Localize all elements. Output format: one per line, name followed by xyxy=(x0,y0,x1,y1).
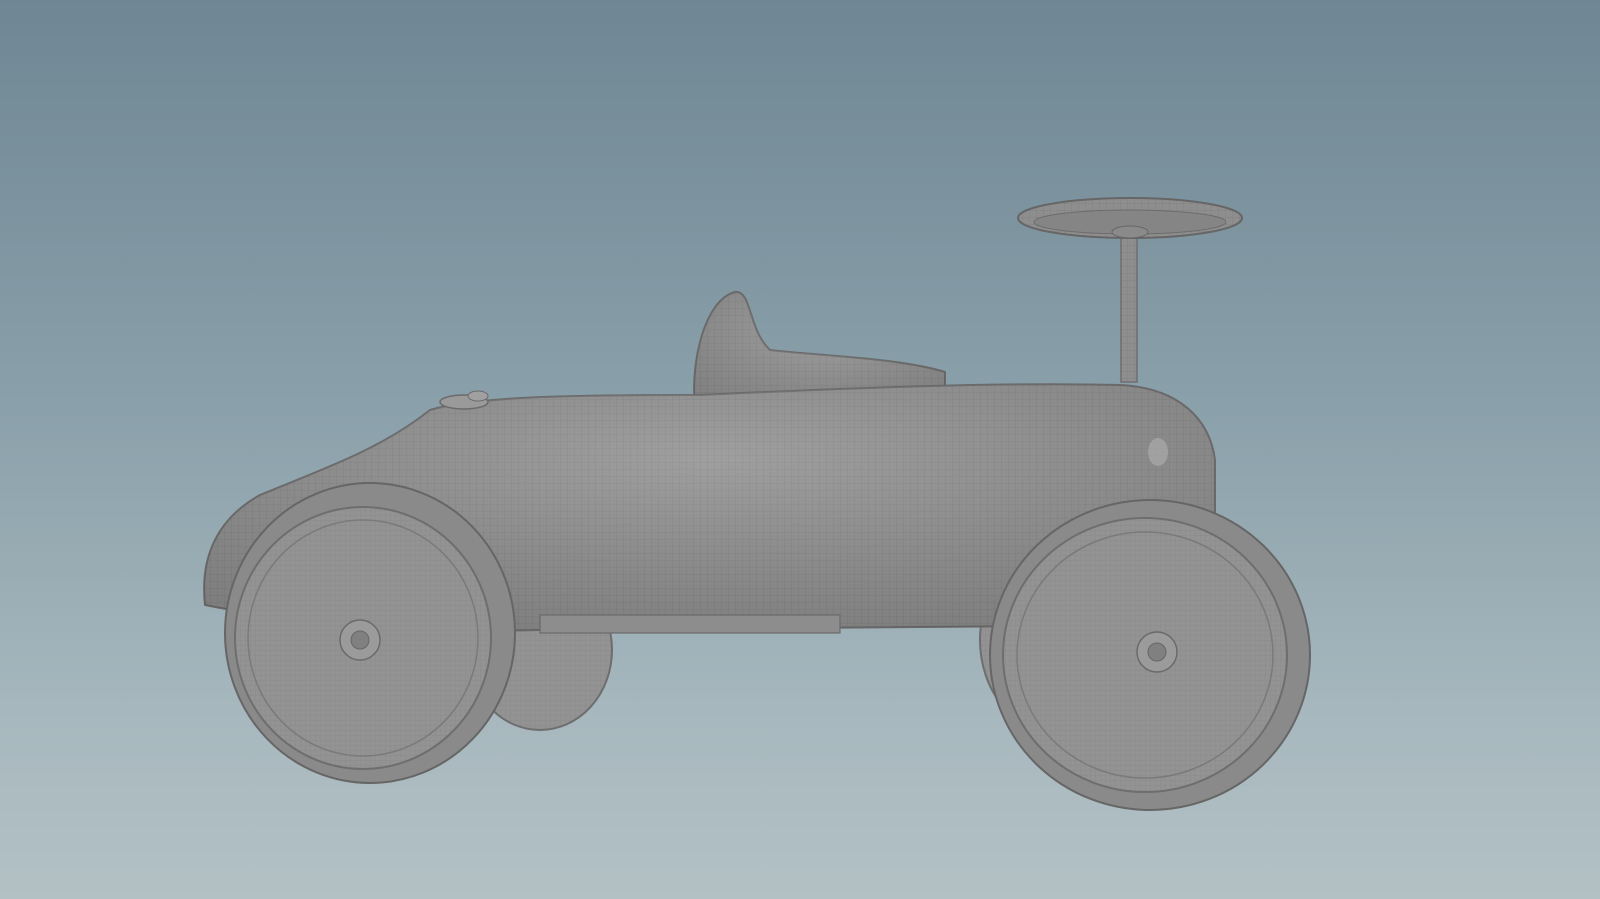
rear-near-wheel xyxy=(224,482,516,784)
steering-column xyxy=(1120,231,1138,383)
front-near-wheel xyxy=(989,499,1311,811)
steering-wheel xyxy=(1017,197,1243,239)
car-model[interactable] xyxy=(0,0,1600,899)
3d-viewport[interactable] xyxy=(0,0,1600,899)
